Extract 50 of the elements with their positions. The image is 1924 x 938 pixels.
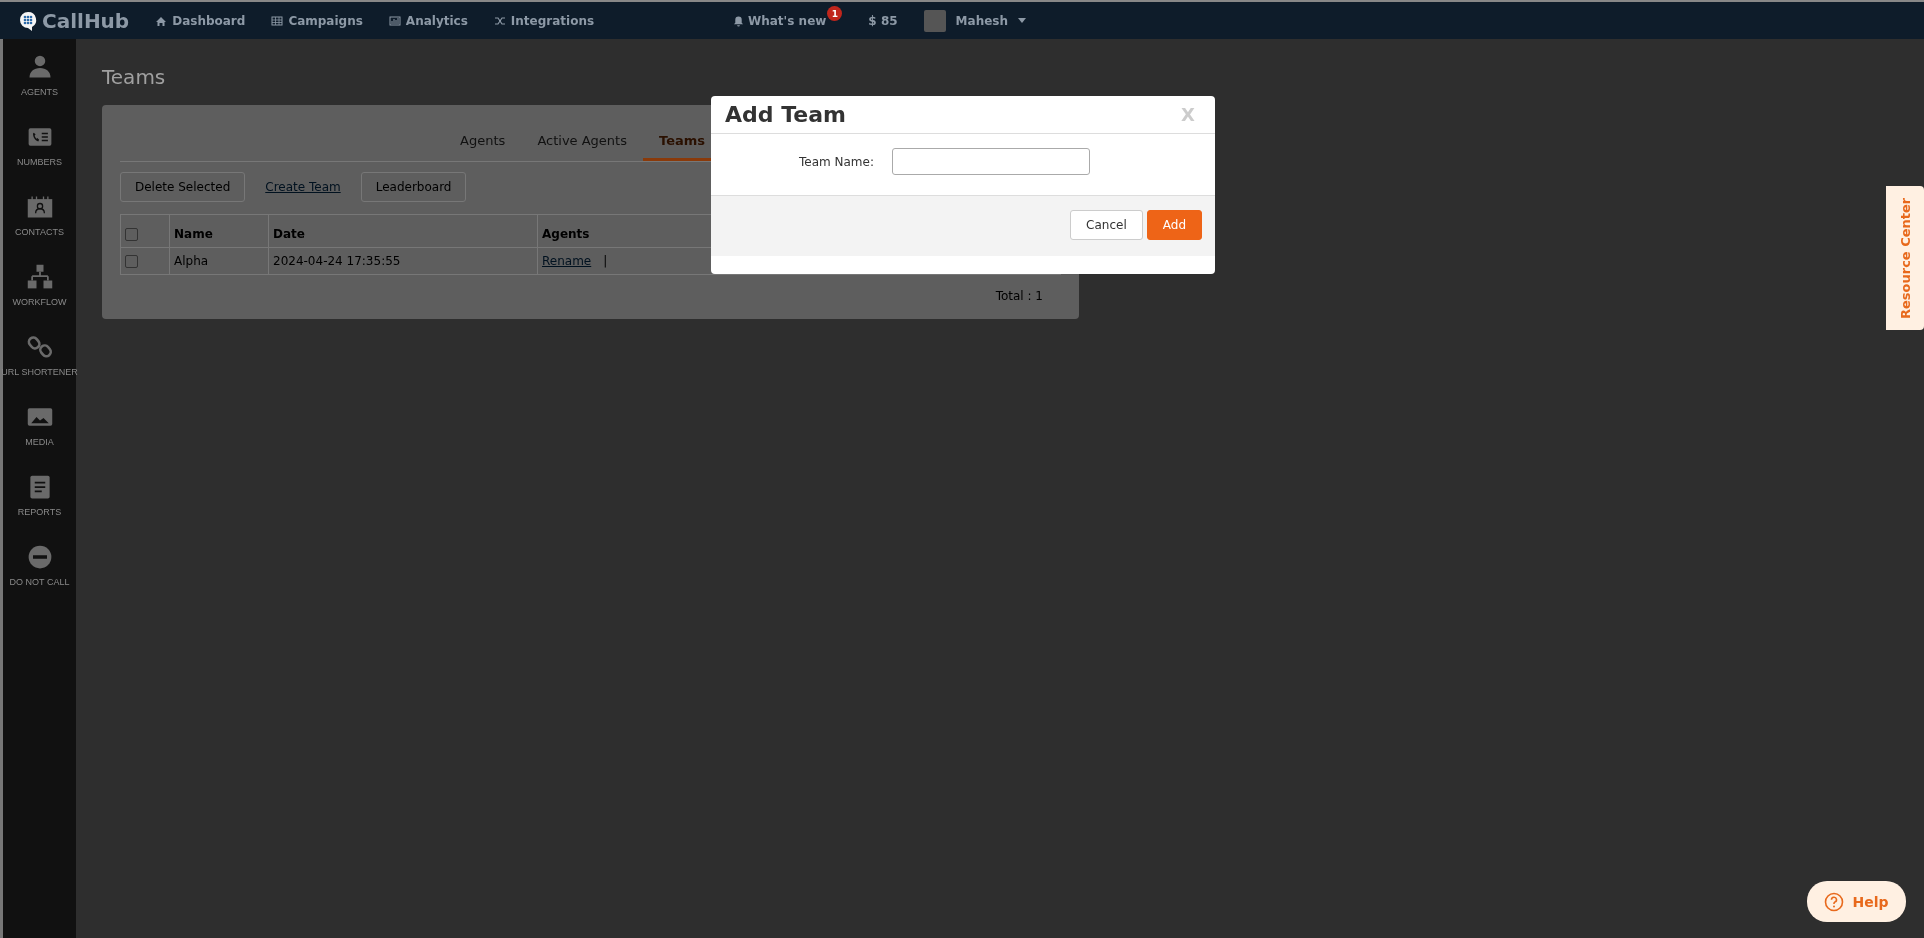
logo-icon xyxy=(18,10,38,31)
bell-icon xyxy=(733,14,744,27)
rename-link[interactable]: Rename xyxy=(542,254,592,268)
cancel-button[interactable]: Cancel xyxy=(1070,210,1143,240)
user-menu[interactable]: Mahesh xyxy=(923,9,1026,32)
tab[interactable]: Agents xyxy=(444,123,522,161)
balance: $ 85 xyxy=(868,13,898,28)
logo-text: CallHub xyxy=(42,8,130,33)
table-icon xyxy=(271,14,284,27)
field-label: Team Name: xyxy=(799,154,874,169)
resource-center-tab[interactable]: Resource Center xyxy=(1886,186,1924,330)
separator: | xyxy=(603,254,608,268)
sidebar-item[interactable]: WORKFLOW xyxy=(3,263,76,307)
tab[interactable]: Active Agents xyxy=(521,123,643,161)
caret-icon xyxy=(1018,18,1026,23)
whats-new-link[interactable]: What's new xyxy=(733,13,827,28)
sidebar-item[interactable]: REPORTS xyxy=(3,473,76,517)
page-title: Teams xyxy=(102,65,167,89)
avatar-placeholder xyxy=(923,9,946,32)
action-button[interactable]: Leaderboard xyxy=(360,172,467,202)
row-checkbox[interactable] xyxy=(125,255,138,268)
team-name-field[interactable] xyxy=(892,148,1090,175)
nav-link[interactable]: Analytics xyxy=(388,13,468,28)
sidebar-item[interactable]: NUMBERS xyxy=(3,123,76,167)
sidebar-item[interactable]: AGENTS xyxy=(3,53,76,97)
table-cell: Alpha xyxy=(174,254,209,268)
add-button[interactable]: Add xyxy=(1146,210,1202,240)
help-button[interactable]: Help xyxy=(1807,881,1906,922)
chain-link-icon xyxy=(25,333,54,361)
sidebar-item[interactable]: DO NOT CALL xyxy=(3,543,76,587)
column-header: Date xyxy=(273,227,305,241)
notification-badge: 1 xyxy=(827,6,843,21)
sidebar-item[interactable]: CONTACTS xyxy=(3,193,76,237)
column-header: Agents xyxy=(542,227,590,241)
nav-link[interactable]: Campaigns xyxy=(271,13,363,28)
chart-icon xyxy=(388,14,401,27)
nav-link[interactable]: Integrations xyxy=(493,13,595,28)
select-all-checkbox[interactable] xyxy=(125,228,138,241)
shuffle-icon xyxy=(493,14,506,27)
nav-link[interactable]: Dashboard xyxy=(155,13,246,28)
create-team-link[interactable]: Create Team xyxy=(253,173,353,201)
column-header: Name xyxy=(174,227,213,241)
total-count: Total : 1 xyxy=(995,289,1043,303)
table-cell: 2024-04-24 17:35:55 xyxy=(273,254,401,268)
dialog-title: Add Team xyxy=(725,102,846,127)
sidebar-item[interactable]: MEDIA xyxy=(3,403,76,447)
action-button[interactable]: Delete Selected xyxy=(120,172,246,202)
home-icon xyxy=(155,14,168,27)
question-icon xyxy=(1824,891,1845,912)
hierarchy-icon xyxy=(25,263,54,291)
